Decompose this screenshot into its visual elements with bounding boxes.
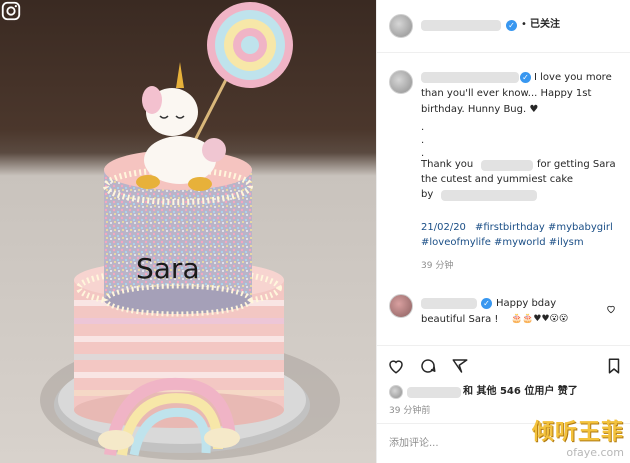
- caption-line: .: [421, 122, 425, 133]
- liker-avatar[interactable]: [389, 385, 403, 399]
- caption-line: for getting Sara: [537, 159, 616, 170]
- caption-username-redacted[interactable]: [421, 72, 519, 83]
- watermark-logo-text: 倾听王菲: [531, 419, 624, 445]
- author-avatar[interactable]: [389, 14, 413, 38]
- caption-block: ✓ I love you more than you'll ever know.…: [377, 60, 630, 280]
- add-comment-input[interactable]: 添加评论...: [389, 437, 439, 451]
- verified-badge-icon: ✓: [506, 20, 517, 31]
- commenter-username-redacted[interactable]: [421, 298, 477, 309]
- caption-line: I love you more: [534, 72, 612, 83]
- heart-icon[interactable]: [387, 357, 405, 375]
- post-time: 39 分钟前: [389, 406, 431, 416]
- header-divider: [377, 52, 630, 53]
- comment-icon[interactable]: [419, 357, 437, 375]
- mention-redacted[interactable]: [481, 160, 533, 171]
- mention-redacted[interactable]: [441, 190, 537, 201]
- cake-name-text: Sara: [136, 252, 200, 285]
- bookmark-icon[interactable]: [605, 357, 623, 375]
- follow-status-button[interactable]: 已关注: [530, 18, 560, 32]
- caption-author-avatar[interactable]: [389, 70, 413, 94]
- post-header: ✓ • 已关注: [377, 0, 630, 52]
- post-side-panel: ✓ • 已关注 ✓ I love you more than you'll ev…: [376, 0, 630, 463]
- caption-line: birthday. Hunny Bug. ♥: [421, 104, 539, 115]
- caption-line: .: [421, 135, 425, 146]
- liker-username-redacted[interactable]: [407, 387, 461, 398]
- comment-like-heart-icon[interactable]: [606, 304, 616, 314]
- comment-item: ✓ Happy bday beautiful Sara ! 🎂🎂♥♥😮😮: [377, 290, 630, 330]
- post-photo: Sara: [0, 0, 376, 463]
- cake-illustration: Sara: [40, 2, 340, 460]
- caption-line: Thank you: [421, 159, 474, 170]
- actions-divider: [377, 345, 630, 346]
- header-dot: •: [521, 19, 527, 30]
- share-icon[interactable]: [451, 357, 469, 375]
- action-bar: [377, 352, 630, 382]
- caption-line: by: [421, 189, 434, 200]
- author-username-redacted[interactable]: [421, 20, 501, 31]
- caption-hashtags[interactable]: #firstbirthday #mybabygirl: [475, 221, 613, 235]
- comment-emojis: 🎂🎂♥♥😮😮: [511, 314, 569, 324]
- likes-row: 和 其他 546 位用户 赞了: [377, 384, 630, 402]
- comment-text: beautiful Sara !: [421, 314, 499, 325]
- caption-time: 39 分钟: [421, 261, 454, 271]
- site-watermark: 倾听王菲 ofaye.com: [532, 414, 624, 459]
- caption-line: the cutest and yummiest cake: [421, 174, 573, 185]
- comment-text: Happy bday: [496, 298, 557, 309]
- caption-hashtags[interactable]: #loveofmylife #myworld #ilysm: [421, 236, 584, 250]
- commenter-avatar[interactable]: [389, 294, 413, 318]
- verified-badge-icon: ✓: [481, 298, 492, 309]
- caption-line: than you'll ever know... Happy 1st: [421, 88, 592, 99]
- caption-date-hashtag[interactable]: 21/02/20: [421, 221, 466, 235]
- watermark-url: ofaye.com: [566, 446, 624, 459]
- likes-count-text[interactable]: 和 其他 546 位用户 赞了: [463, 385, 578, 399]
- instagram-icon: [1, 1, 21, 21]
- verified-badge-icon: ✓: [520, 72, 531, 83]
